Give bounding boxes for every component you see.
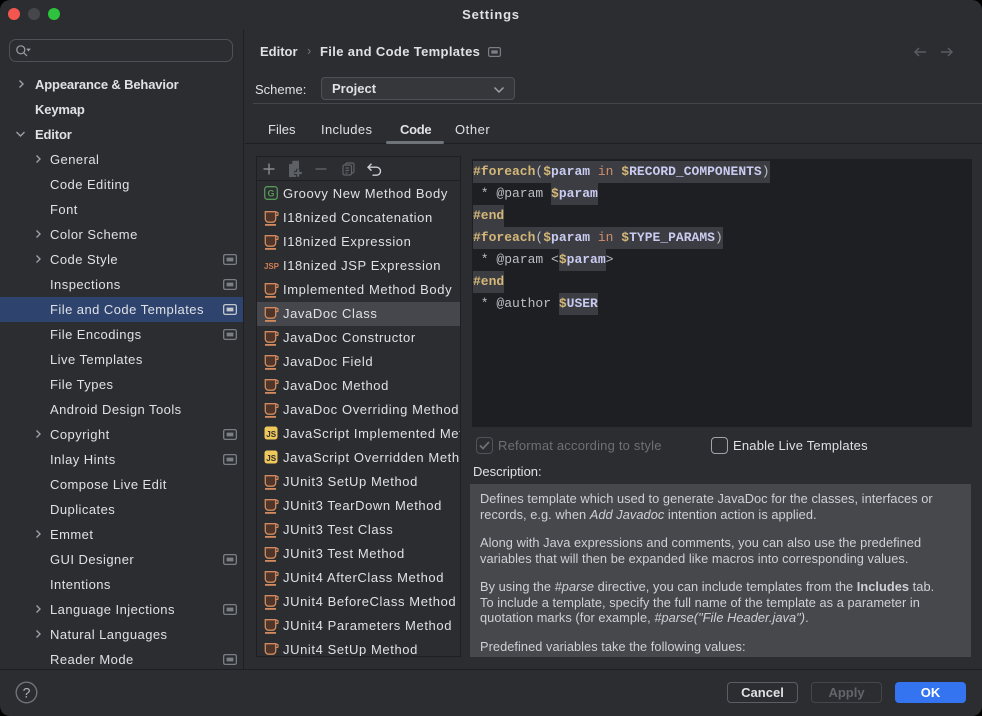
svg-text:JS: JS [266,430,276,439]
svg-text:JS: JS [266,454,276,463]
svg-text:G: G [267,189,274,199]
svg-text:JSP: JSP [264,262,280,271]
svg-text:?: ? [23,685,31,701]
